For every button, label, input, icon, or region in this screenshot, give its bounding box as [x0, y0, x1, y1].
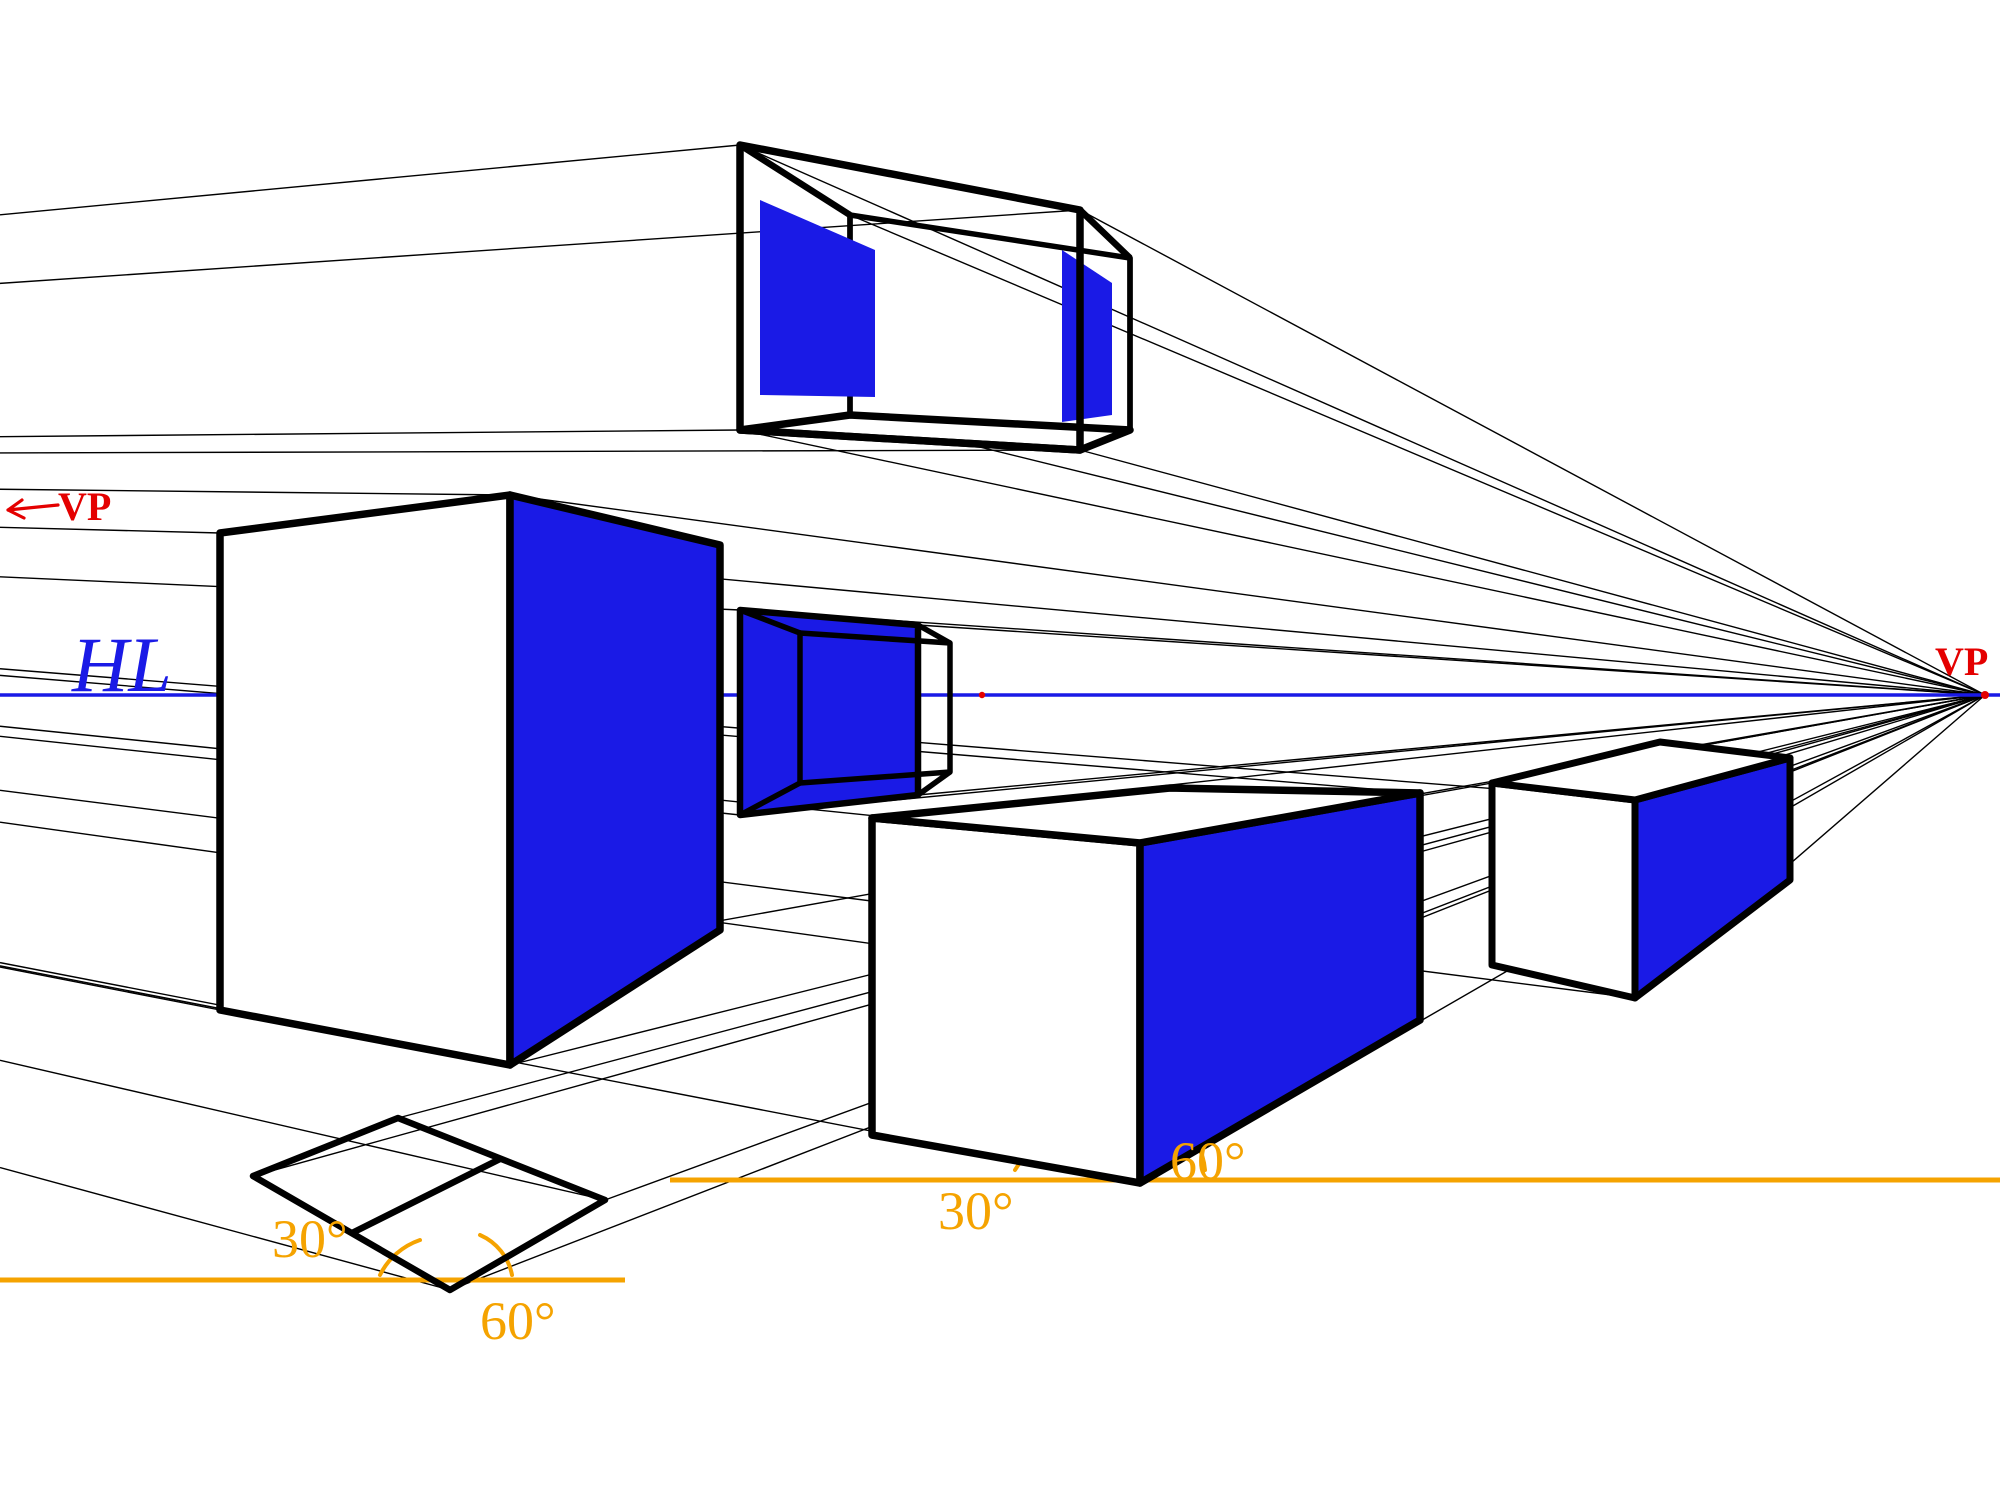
vp-left-label: VP	[58, 483, 111, 530]
angle-60-center: 60°	[1170, 1130, 1246, 1192]
perspective-diagram	[0, 0, 2000, 1499]
angle-60-lower-left: 60°	[480, 1290, 556, 1352]
vp-right-label: VP	[1935, 638, 1988, 685]
angle-30-lower-left: 30°	[272, 1208, 348, 1270]
hl-label: HL	[72, 620, 172, 710]
angle-30-center: 30°	[938, 1180, 1014, 1242]
